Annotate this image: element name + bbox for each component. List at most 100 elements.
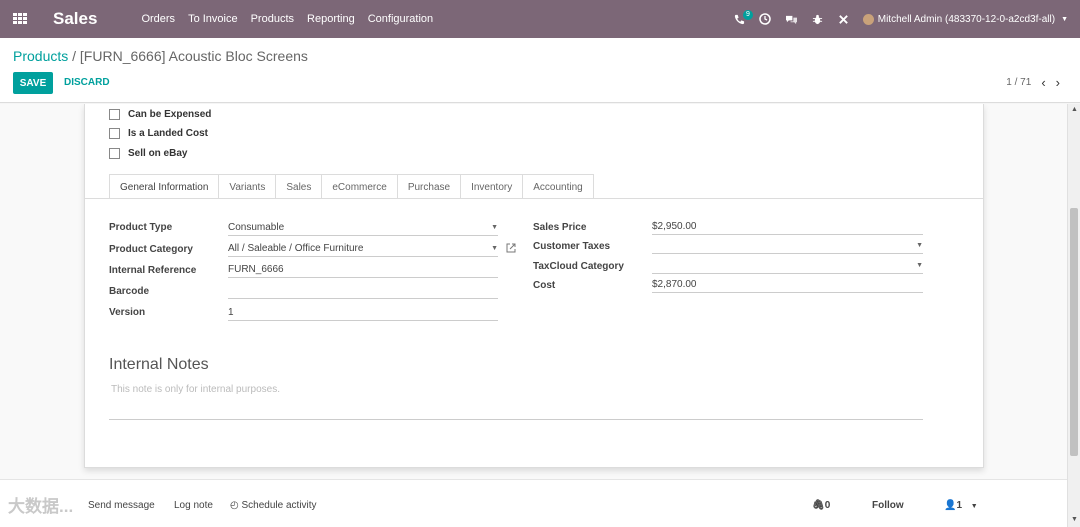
chevron-down-icon: ▼ [970,503,978,510]
cost-value: $2,870.00 [652,279,697,290]
tab-purchase[interactable]: Purchase [396,174,462,199]
internal-reference-label: Internal Reference [109,265,197,276]
pager-next-icon[interactable]: › [1056,75,1060,90]
cost-input[interactable]: $2,870.00 [652,279,923,293]
attachments-button[interactable]: 🖇0 [812,500,830,511]
chevron-down-icon: ▼ [1061,15,1068,23]
product-category-value: All / Saleable / Office Furniture [228,243,364,254]
cost-label: Cost [533,280,556,291]
external-link-icon[interactable] [506,243,516,256]
internal-reference-input[interactable]: FURN_6666 [228,264,498,278]
vertical-scrollbar[interactable]: ▲ ▼ [1067,104,1080,527]
tab-accounting[interactable]: Accounting [522,174,594,199]
product-type-select[interactable]: Consumable ▼ [228,222,498,236]
sell-on-ebay-checkbox[interactable] [109,148,120,159]
tab-general-information[interactable]: General Information [109,174,220,199]
chat-bubbles-icon[interactable] [785,13,798,26]
scroll-thumb[interactable] [1070,208,1078,456]
menu-configuration[interactable]: Configuration [368,13,433,25]
breadcrumb: Products / [FURN_6666] Acoustic Bloc Scr… [13,48,308,64]
chatter-bar: 大数据... Send message Log note ◴ Schedule … [0,479,1067,527]
menu-orders[interactable]: Orders [141,13,175,25]
barcode-label: Barcode [109,286,150,297]
clock-icon: ◴ [230,500,242,511]
product-type-label: Product Type [109,222,173,233]
caret-down-icon: ▼ [491,224,498,231]
scroll-down-icon[interactable]: ▼ [1071,516,1078,523]
control-panel: Products / [FURN_6666] Acoustic Bloc Scr… [0,38,1080,103]
landed-cost-checkbox[interactable] [109,128,120,139]
activity-clock-icon[interactable] [759,13,772,26]
send-message-button[interactable]: Send message [88,500,155,511]
version-value: 1 [228,307,234,318]
bug-icon[interactable] [811,13,824,26]
internal-notes-title: Internal Notes [109,356,209,373]
barcode-input[interactable] [228,285,498,299]
attachments-count: 0 [824,500,831,511]
breadcrumb-separator: / [72,48,77,64]
top-navbar: Sales Orders To Invoice Products Reporti… [0,0,1080,38]
caret-down-icon: ▼ [491,245,498,252]
follow-button[interactable]: Follow [872,500,904,511]
internal-notes-input[interactable]: This note is only for internal purposes. [111,384,280,395]
apps-menu-icon[interactable] [13,13,27,25]
menu-reporting[interactable]: Reporting [307,13,355,25]
internal-reference-value: FURN_6666 [228,264,284,275]
customer-taxes-label: Customer Taxes [533,241,611,252]
breadcrumb-current: [FURN_6666] Acoustic Bloc Screens [79,48,308,64]
scroll-up-icon[interactable]: ▲ [1071,106,1078,113]
tab-divider [85,198,984,199]
product-category-select[interactable]: All / Saleable / Office Furniture ▼ [228,243,498,257]
pager-value[interactable]: 1 / 71 [1006,77,1031,88]
user-avatar [862,13,874,25]
followers-button[interactable]: 👤1 ▼ [944,500,978,511]
sales-price-input[interactable]: $2,950.00 [652,221,923,235]
menu-to-invoice[interactable]: To Invoice [188,13,238,25]
form-sheet: Can be Expensed Is a Landed Cost Sell on… [84,104,984,468]
landed-cost-label: Is a Landed Cost [128,128,209,139]
can-be-expensed-row: Can be Expensed [109,109,211,120]
landed-cost-row: Is a Landed Cost [109,128,208,139]
followers-count: 1 [956,500,963,511]
log-note-button[interactable]: Log note [174,500,213,511]
user-icon: 👤 [944,500,957,511]
tab-variants[interactable]: Variants [218,174,277,199]
form-content: Can be Expensed Is a Landed Cost Sell on… [0,104,1080,479]
caret-down-icon: ▼ [916,242,923,249]
sales-price-value: $2,950.00 [652,221,697,232]
discard-button[interactable]: DISCARD [64,77,110,88]
sell-on-ebay-row: Sell on eBay [109,148,187,159]
tab-inventory[interactable]: Inventory [460,174,524,199]
app-name[interactable]: Sales [53,9,97,29]
user-name: Mitchell Admin (483370-12-0-a2cd3f-all) [877,13,1056,25]
can-be-expensed-checkbox[interactable] [109,109,120,120]
breadcrumb-products-link[interactable]: Products [13,48,68,64]
notebook-tabs: General Information Variants Sales eComm… [109,174,594,199]
watermark: 大数据... [8,497,74,516]
customer-taxes-select[interactable]: ▼ [652,240,923,254]
version-input[interactable]: 1 [228,307,498,321]
save-button[interactable]: SAVE [13,72,53,94]
user-menu[interactable]: Mitchell Admin (483370-12-0-a2cd3f-all) … [862,13,1068,25]
tab-sales[interactable]: Sales [275,174,323,199]
systray: Mitchell Admin (483370-12-0-a2cd3f-all) … [733,0,1080,38]
version-label: Version [109,307,146,318]
can-be-expensed-label: Can be Expensed [128,109,212,120]
schedule-activity-button[interactable]: ◴ Schedule activity [230,500,317,511]
sell-on-ebay-label: Sell on eBay [128,148,188,159]
paperclip-icon: 🖇 [812,500,825,511]
schedule-activity-label: Schedule activity [241,500,317,511]
product-category-label: Product Category [109,244,193,255]
taxcloud-category-select[interactable]: ▼ [652,260,923,274]
pager-previous-icon[interactable]: ‹ [1041,75,1045,90]
close-tools-icon[interactable] [837,13,850,26]
menu-products[interactable]: Products [251,13,294,25]
sales-price-label: Sales Price [533,222,587,233]
internal-notes-underline [109,419,923,420]
product-type-value: Consumable [228,222,285,233]
taxcloud-category-label: TaxCloud Category [533,261,624,272]
activity-count-badge: 9 [743,10,753,20]
main-menu: Orders To Invoice Products Reporting Con… [141,13,446,25]
tab-ecommerce[interactable]: eCommerce [321,174,398,199]
pager: 1 / 71 ‹ › [1006,75,1060,90]
